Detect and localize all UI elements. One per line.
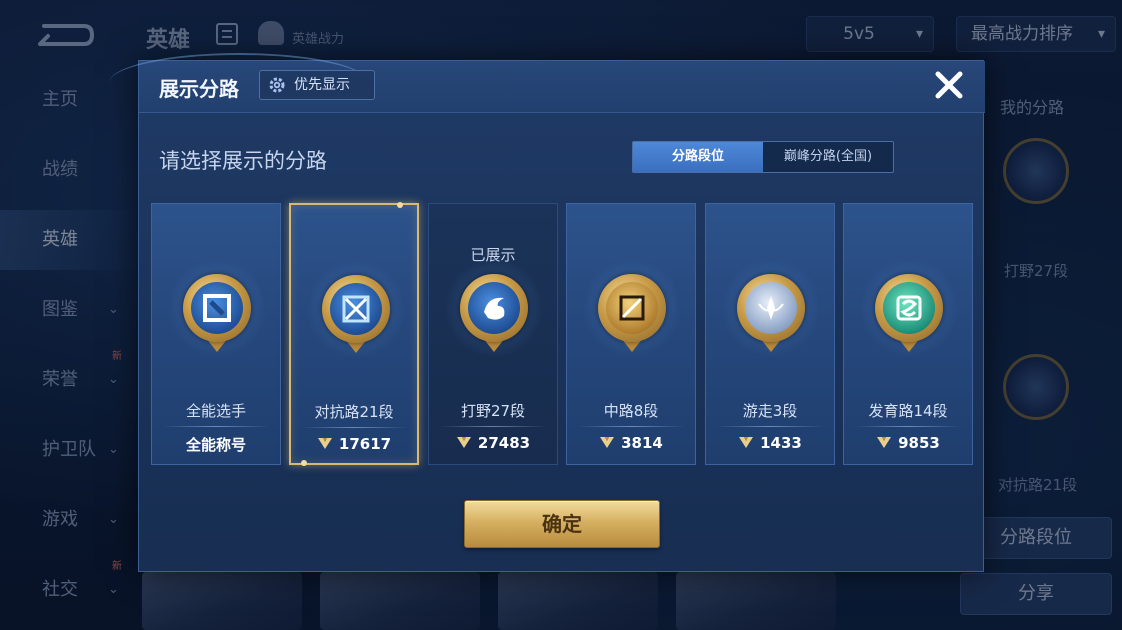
divider — [301, 427, 407, 428]
jungle-icon — [484, 297, 505, 320]
priority-display-button[interactable]: 优先显示 — [259, 70, 375, 100]
lane-card-name: 全能选手 — [185, 402, 246, 420]
lane-card-value: 3814 — [567, 434, 695, 452]
emblem-ring — [322, 275, 390, 343]
tab-lane-rank[interactable]: 分路段位 — [633, 142, 763, 172]
power-icon — [877, 437, 892, 448]
lane-card-name: 中路8段 — [603, 402, 659, 420]
modal-title: 展示分路 — [159, 77, 239, 101]
allround-icon — [203, 294, 231, 322]
roam-icon — [758, 296, 784, 320]
modal-header: 展示分路 优先显示 — [109, 53, 985, 113]
emblem-ring — [460, 274, 528, 342]
lane-card-value-text: 17617 — [338, 435, 392, 453]
game-screen: 英雄 英雄战力 5v5 ▾ 最高战力排序 ▾ 主页 战绩 英雄 图鉴 ⌄ 荣誉 ⌄ 新护卫队 ⌄… — [0, 0, 1122, 630]
select-lane-prompt: 请选择展示的分路 — [159, 149, 327, 173]
lane-card[interactable]: 已展示 打野27段 27483 — [428, 203, 558, 465]
lane-emblem — [444, 258, 544, 358]
divider — [439, 426, 547, 427]
lane-card[interactable]: 全能选手 全能称号 — [151, 203, 281, 465]
lane-card[interactable]: 发育路14段 9853 — [843, 203, 973, 465]
lane-card-name: 游走3段 — [742, 402, 798, 420]
lane-card-value-text: 9853 — [898, 434, 940, 452]
lane-card-value: 全能称号 — [152, 434, 280, 455]
clash-lane-icon — [342, 295, 370, 323]
lane-card-list: 全能选手 全能称号 对抗路21段 17617 已展示 打野27段 27483 中路8段 3814… — [151, 202, 973, 466]
emblem-ring — [183, 274, 251, 342]
lane-card-name: 打野27段 — [460, 402, 526, 420]
lane-card[interactable]: 中路8段 3814 — [566, 203, 696, 465]
power-icon — [739, 437, 754, 448]
power-icon — [317, 438, 332, 449]
lane-card-value-text: 全能称号 — [185, 436, 246, 454]
farm-lane-icon — [896, 295, 922, 321]
lane-tab-switch: 分路段位 巅峰分路(全国) — [632, 141, 894, 173]
selection-corner-dot — [301, 460, 307, 466]
lane-card-value: 9853 — [844, 434, 972, 452]
mid-lane-icon — [619, 295, 645, 321]
divider — [854, 426, 962, 427]
lane-card[interactable]: 对抗路21段 17617 — [289, 202, 419, 466]
display-lane-modal: 展示分路 优先显示 请选择展示的分路 分路段位 巅峰分路(全国) 全能选手全能称… — [109, 53, 985, 572]
emblem-ring — [598, 274, 666, 342]
tab-peak-lane-national[interactable]: 巅峰分路(全国) — [763, 142, 893, 172]
divider — [162, 426, 270, 427]
emblem-ring — [737, 274, 805, 342]
priority-display-label: 优先显示 — [294, 77, 350, 93]
lane-card-value: 27483 — [429, 434, 557, 452]
lane-emblem — [306, 259, 406, 359]
divider — [716, 426, 824, 427]
lane-card-value-text: 1433 — [760, 434, 802, 452]
lane-emblem — [859, 258, 959, 358]
lane-card-value: 17617 — [291, 435, 417, 453]
lane-card[interactable]: 游走3段 1433 — [705, 203, 835, 465]
lane-emblem — [167, 258, 267, 358]
power-icon — [600, 437, 615, 448]
gear-icon — [269, 77, 285, 93]
lane-emblem — [721, 258, 821, 358]
lane-emblem — [582, 258, 682, 358]
close-icon[interactable] — [929, 65, 969, 105]
divider — [577, 426, 685, 427]
confirm-button[interactable]: 确定 — [464, 500, 660, 548]
lane-card-name: 发育路14段 — [868, 402, 948, 420]
power-icon — [456, 437, 471, 448]
selection-corner-dot — [397, 202, 403, 208]
lane-card-name: 对抗路21段 — [314, 403, 394, 421]
lane-card-value-text: 3814 — [621, 434, 663, 452]
emblem-ring — [875, 274, 943, 342]
lane-card-value-text: 27483 — [477, 434, 531, 452]
lane-card-value: 1433 — [706, 434, 834, 452]
